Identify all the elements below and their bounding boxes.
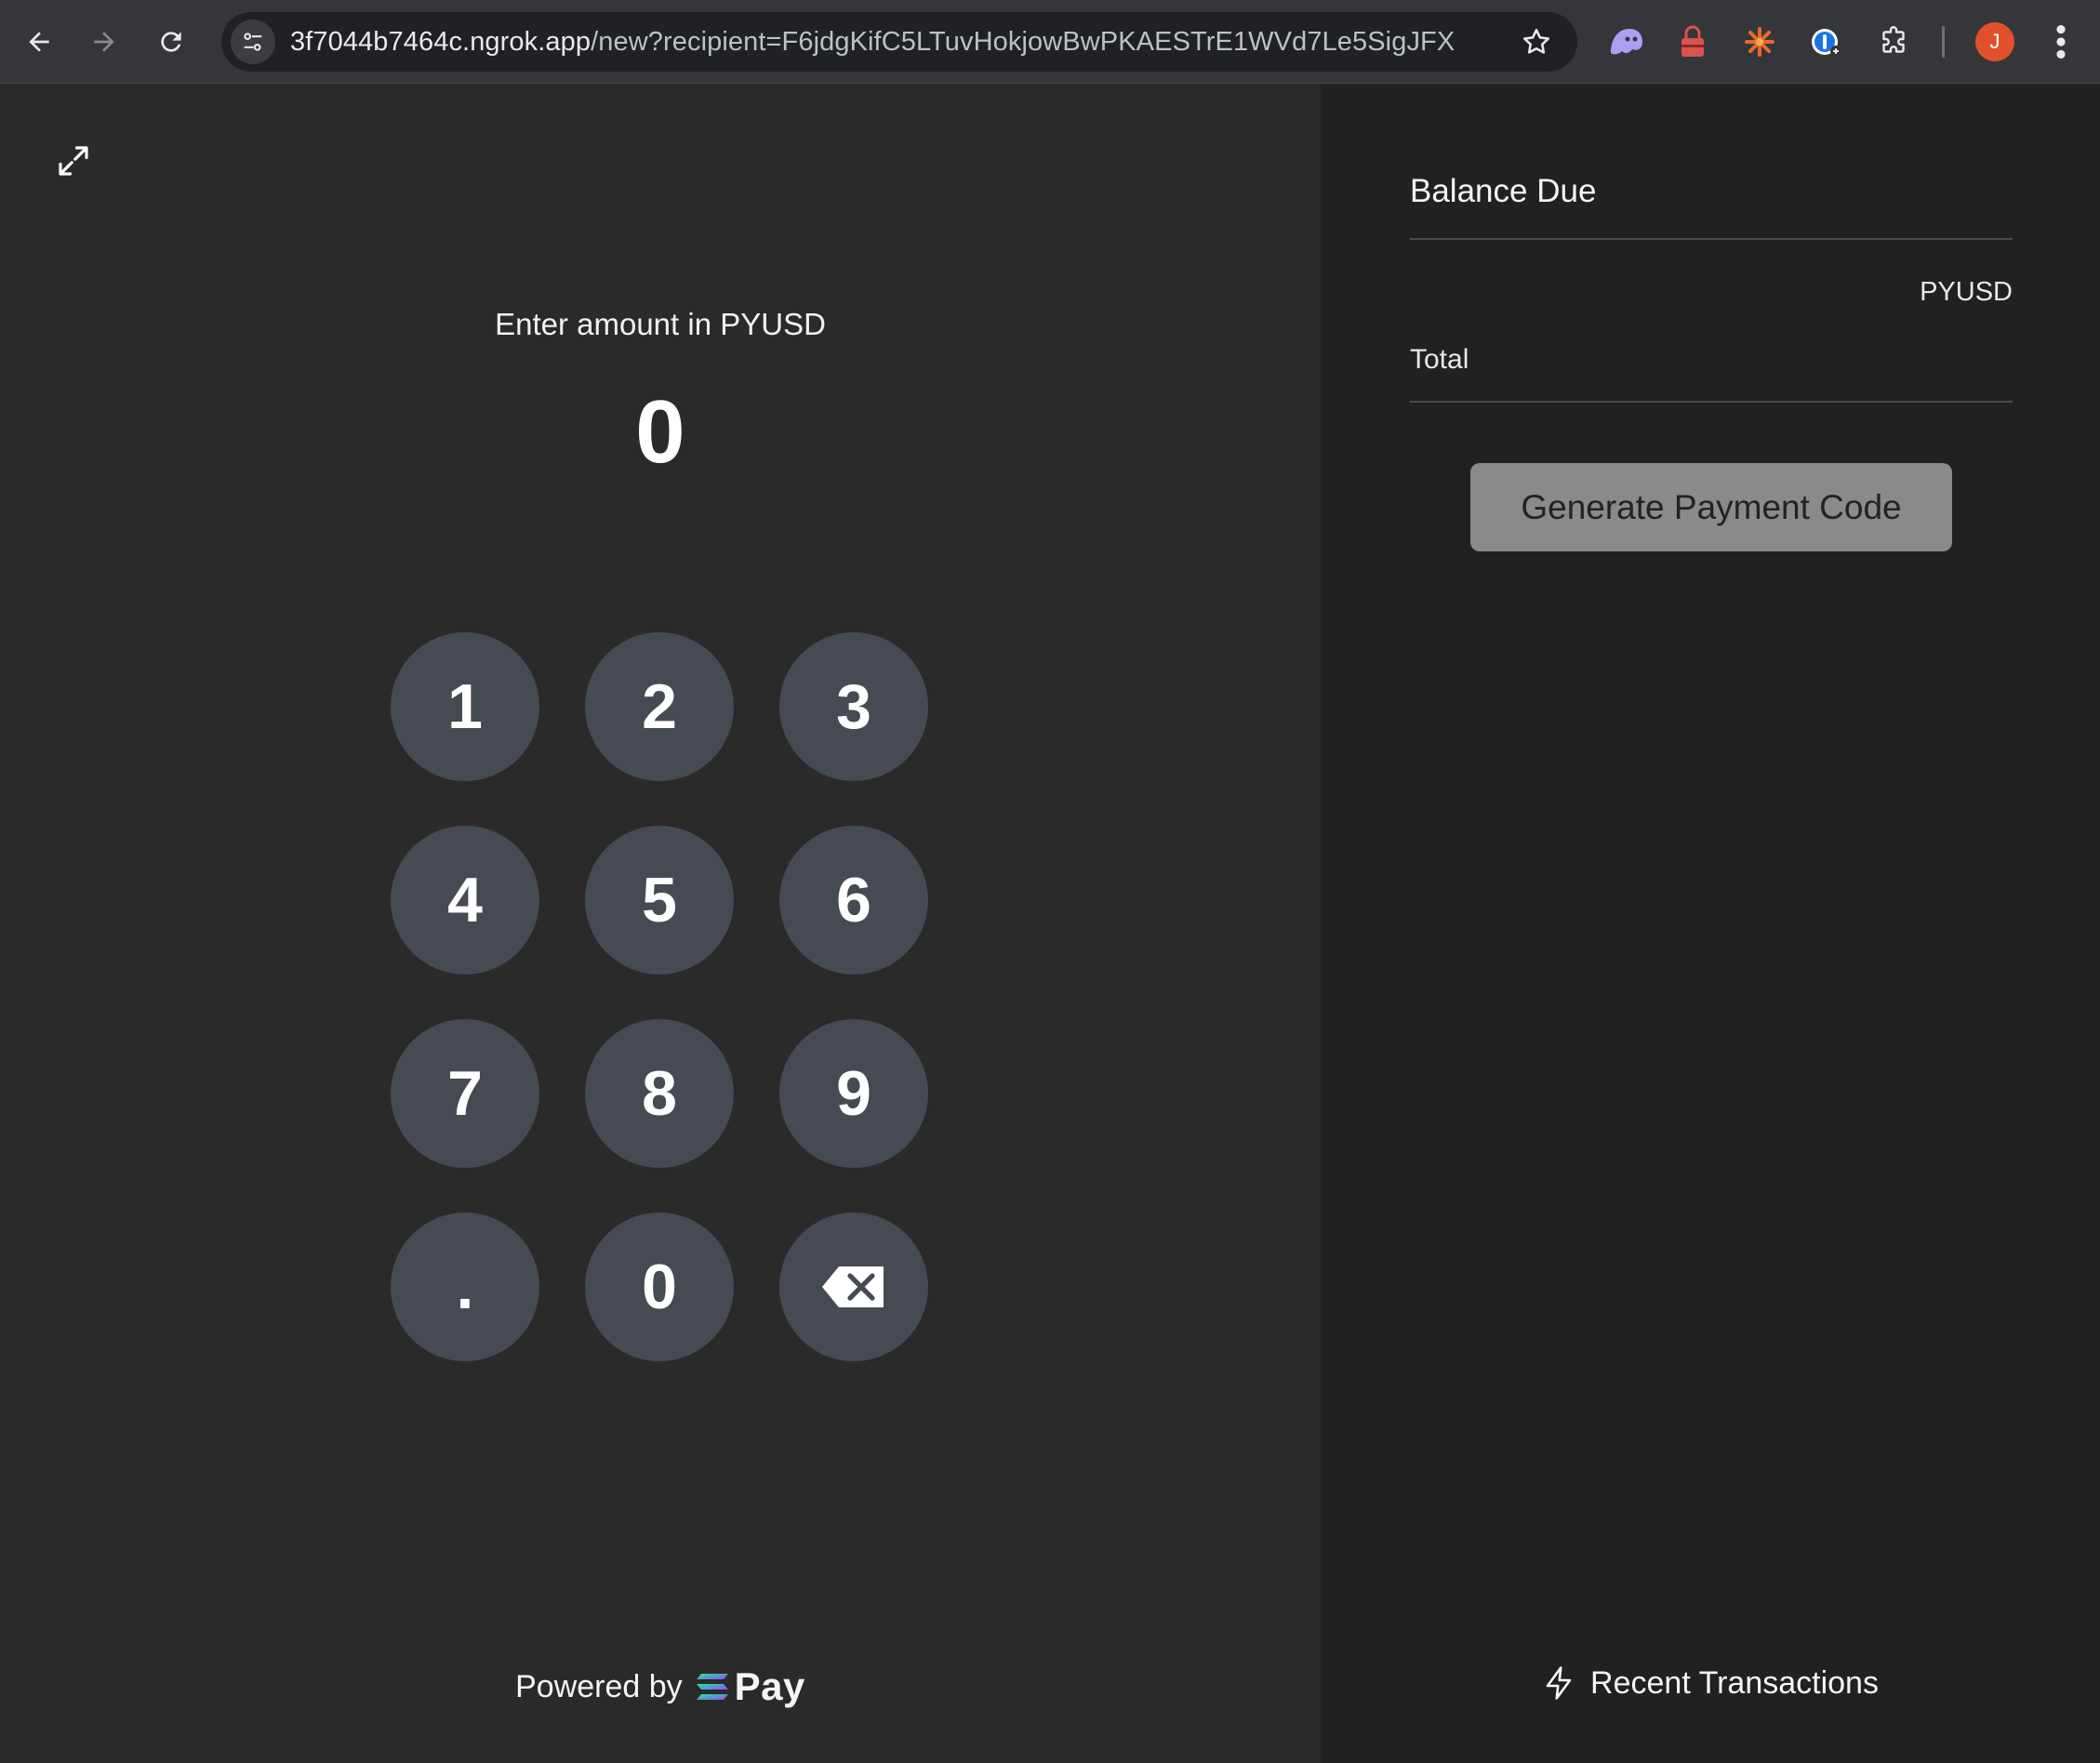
bookmark-star-icon[interactable] <box>1520 25 1553 59</box>
toolbar-divider <box>1942 26 1945 58</box>
balance-due-title: Balance Due <box>1410 173 1597 209</box>
site-info-button[interactable] <box>231 20 275 64</box>
powered-by-footer: Powered by Pay <box>0 1664 1321 1709</box>
backspace-icon <box>822 1266 884 1307</box>
key-1[interactable]: 1 <box>391 632 539 781</box>
balance-divider <box>1410 238 2013 240</box>
reload-button[interactable] <box>145 16 197 68</box>
key-backspace[interactable] <box>779 1213 928 1361</box>
fullscreen-expand-icon[interactable] <box>54 141 93 180</box>
profile-avatar[interactable]: J <box>1975 22 2014 61</box>
extensions-puzzle-icon[interactable] <box>1871 20 1916 64</box>
key-0[interactable]: 0 <box>585 1213 734 1361</box>
balance-panel: Balance Due PYUSD Total Generate Payment… <box>1321 84 2100 1763</box>
more-menu-icon[interactable] <box>2046 20 2076 63</box>
solana-pay-logo: Pay <box>696 1664 805 1709</box>
key-decimal[interactable]: . <box>391 1213 539 1361</box>
reload-icon <box>161 32 181 52</box>
lightning-bolt-icon <box>1546 1666 1572 1700</box>
address-bar[interactable]: 3f7044b7464c.ngrok.app/new?recipient=F6j… <box>221 12 1577 72</box>
tune-icon <box>244 33 262 51</box>
key-7[interactable]: 7 <box>391 1019 539 1168</box>
ghost-extension-icon[interactable] <box>1603 20 1648 64</box>
amount-entry-panel: Enter amount in PYUSD 0 1 2 3 4 5 6 7 8 … <box>0 84 1321 1763</box>
recent-transactions-label: Recent Transactions <box>1590 1664 1879 1701</box>
key-2[interactable]: 2 <box>585 632 734 781</box>
lock-extension-icon[interactable] <box>1670 20 1715 64</box>
url-text[interactable]: 3f7044b7464c.ngrok.app/new?recipient=F6j… <box>290 12 1455 72</box>
numeric-keypad: 1 2 3 4 5 6 7 8 9 . 0 <box>391 632 928 1361</box>
key-9[interactable]: 9 <box>779 1019 928 1168</box>
key-6[interactable]: 6 <box>779 826 928 974</box>
back-button[interactable] <box>13 16 65 68</box>
key-3[interactable]: 3 <box>779 632 928 781</box>
generate-payment-code-button[interactable]: Generate Payment Code <box>1470 463 1952 551</box>
arrow-left-icon <box>29 32 49 52</box>
key-5[interactable]: 5 <box>585 826 734 974</box>
amount-display: 0 <box>635 382 685 482</box>
total-label: Total <box>1410 344 1469 375</box>
url-host: 3f7044b7464c.ngrok.app <box>290 27 591 57</box>
pay-logo-text: Pay <box>734 1664 805 1708</box>
amount-prompt: Enter amount in PYUSD <box>495 307 826 341</box>
total-divider <box>1410 401 2013 403</box>
url-path: /new?recipient=F6jdgKifC5LTuvHokjowBwPKA… <box>591 27 1455 57</box>
powered-by-label: Powered by <box>515 1668 683 1704</box>
browser-toolbar: 3f7044b7464c.ngrok.app/new?recipient=F6j… <box>0 0 2100 84</box>
solana-logo-icon <box>696 1674 728 1700</box>
currency-label: PYUSD <box>1920 277 2013 307</box>
key-8[interactable]: 8 <box>585 1019 734 1168</box>
key-4[interactable]: 4 <box>391 826 539 974</box>
spark-extension-icon[interactable] <box>1737 20 1782 64</box>
password-manager-extension-icon[interactable] <box>1804 20 1849 64</box>
recent-transactions-link[interactable]: Recent Transactions <box>1321 1664 2100 1702</box>
forward-button[interactable] <box>78 16 130 68</box>
arrow-right-icon <box>94 32 114 52</box>
